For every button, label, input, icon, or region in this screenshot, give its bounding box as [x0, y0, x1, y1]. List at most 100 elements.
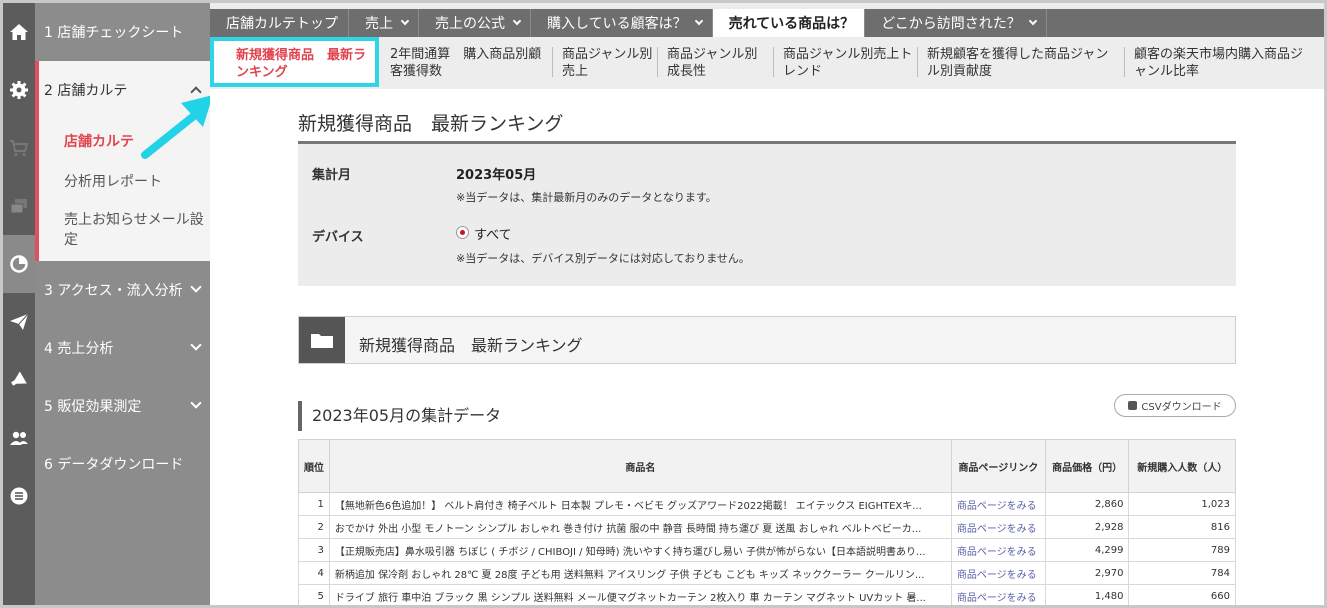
subnav-genre-ratio[interactable]: 顧客の楽天市場内購入商品ジャンル比率	[1134, 46, 1314, 80]
sidebar-sub-mail-settings[interactable]: 売上お知らせメール設定	[64, 210, 209, 250]
col-rank-header: 順位	[298, 439, 330, 493]
chevron-down-icon	[190, 281, 202, 293]
pie-chart-icon	[10, 255, 28, 273]
device-radio-label: すべて	[474, 228, 512, 243]
home-icon	[10, 24, 28, 40]
ranking-box-header: 新規獲得商品 最新ランキング	[298, 316, 1236, 364]
tab-customers[interactable]: 購入している顧客は？	[531, 9, 713, 37]
megaphone-icon	[11, 371, 27, 386]
product-name-cell: おでかけ 外出 小型 モノトーン シンプル おしゃれ 巻き付け 抗菌 服の中 静…	[328, 515, 952, 539]
rail-analytics[interactable]	[3, 235, 35, 293]
aggregate-title: 2023年05月の集計データ	[298, 401, 501, 431]
tab-karte-top[interactable]: 店舗カルテトップ	[210, 9, 349, 37]
chevron-down-icon	[190, 339, 202, 351]
price-cell: 2,928	[1044, 515, 1130, 539]
product-name-cell: 【正規販売店】鼻水吸引器 ちぼじ ( チボジ / CHIBOJI / 知母時) …	[328, 538, 952, 562]
product-page-link[interactable]: 商品ページをみる	[950, 515, 1046, 539]
subnav-genre-sales[interactable]: 商品ジャンル別売上	[562, 46, 654, 80]
chevron-down-icon	[694, 16, 703, 26]
product-page-link[interactable]: 商品ページをみる	[950, 584, 1046, 605]
ranking-box-title: 新規獲得商品 最新ランキング	[359, 336, 583, 355]
product-page-link[interactable]: 商品ページをみる	[950, 538, 1046, 562]
rail-home[interactable]	[3, 3, 35, 61]
product-page-link[interactable]: 商品ページをみる	[950, 561, 1046, 585]
chevron-down-icon	[1028, 16, 1038, 26]
col-buyers-header: 新規購入人数（人）	[1128, 439, 1236, 493]
tab-products[interactable]: 売れている商品は？	[712, 9, 866, 37]
send-icon	[10, 313, 29, 330]
buyers-cell: 784	[1128, 561, 1236, 585]
tab-label: 売上	[365, 16, 393, 32]
subnav-genre-growth[interactable]: 商品ジャンル別成長性	[667, 46, 759, 80]
icon-rail	[3, 3, 35, 605]
rail-promo[interactable]	[3, 351, 35, 409]
top-tabs: 店舗カルテトップ 売上 売上の公式 購入している顧客は？ 売れている商品は？ ど…	[210, 9, 1324, 37]
tab-sales[interactable]: 売上	[349, 9, 419, 37]
download-icon	[1128, 401, 1138, 410]
rank-cell: 4	[298, 561, 330, 585]
buyers-cell: 1,023	[1128, 492, 1236, 516]
product-page-link[interactable]: 商品ページをみる	[950, 492, 1046, 516]
sidebar-item-check-sheet[interactable]: 1 店舗チェックシート	[35, 3, 210, 61]
filter-panel: 集計月 2023年05月 ※当データは、集計最新月のみのデータとなります。 デバ…	[298, 141, 1236, 286]
folder-icon	[299, 317, 345, 363]
product-name: 新柄追加 保冷剤 おしゃれ 28℃ 夏 28度 子ども用 送料無料 アイスリング…	[334, 569, 925, 581]
subnav-new-ranking[interactable]: 新規獲得商品 最新ランキング	[210, 37, 379, 87]
sidebar-item-label: 4 売上分析	[44, 341, 114, 357]
product-name: 【正規販売店】鼻水吸引器 ちぼじ ( チボジ / CHIBOJI / 知母時) …	[334, 546, 926, 558]
rail-settings[interactable]	[3, 61, 35, 119]
buyers-cell: 789	[1128, 538, 1236, 562]
rail-list[interactable]	[3, 467, 35, 525]
rank-cell: 5	[298, 584, 330, 605]
sidebar-item-sales[interactable]: 4 売上分析	[35, 319, 210, 377]
rank-cell: 1	[298, 492, 330, 516]
product-name: 【無地新色6色追加！】 ベルト肩付き 椅子ベルト 日本製 プレモ・ベビモ グッズ…	[334, 500, 922, 512]
sidebar-sub-report[interactable]: 分析用レポート	[64, 172, 209, 192]
tab-visits[interactable]: どこから訪問された？	[865, 9, 1047, 37]
sidebar-item-label: 1 店舗チェックシート	[44, 25, 184, 41]
product-name-cell: 【無地新色6色追加！】 ベルト肩付き 椅子ベルト 日本製 プレモ・ベビモ グッズ…	[328, 492, 952, 516]
buyers-cell: 660	[1128, 584, 1236, 605]
table-row: 2 おでかけ 外出 小型 モノトーン シンプル おしゃれ 巻き付け 抗菌 服の中 …	[298, 515, 1236, 539]
tab-sales-formula[interactable]: 売上の公式	[419, 9, 531, 37]
sidebar-item-label: 6 データダウンロード	[44, 457, 184, 473]
csv-download-button[interactable]: CSVダウンロード	[1114, 394, 1236, 417]
sidebar-item-label: 2 店舗カルテ	[44, 83, 128, 99]
period-label: 集計月	[312, 168, 352, 183]
rail-users[interactable]	[3, 409, 35, 467]
list-icon	[10, 487, 28, 505]
divider	[773, 47, 774, 77]
subnav-two-year[interactable]: 2年間通算 購入商品別顧客獲得数	[390, 46, 550, 80]
tab-label: 店舗カルテトップ	[226, 16, 338, 32]
cart-icon	[10, 140, 29, 157]
col-price-header: 商品価格（円）	[1044, 439, 1130, 493]
tab-label: 売上の公式	[435, 16, 505, 32]
device-radio-all[interactable]	[456, 226, 469, 239]
price-cell: 1,480	[1044, 584, 1130, 605]
sidebar-item-access[interactable]: 3 アクセス・流入分析	[35, 261, 210, 319]
subnav-genre-contribution[interactable]: 新規顧客を獲得した商品ジャンル別貢献度	[927, 46, 1117, 80]
device-note: ※当データは、デバイス別データには対応しておりません。	[456, 252, 750, 265]
period-note: ※当データは、集計最新月のみのデータとなります。	[456, 191, 717, 204]
chevron-down-icon	[400, 16, 410, 26]
sub-navigation: 新規獲得商品 最新ランキング 2年間通算 購入商品別顧客獲得数 商品ジャンル別売…	[210, 37, 1324, 89]
col-link-header: 商品ページリンク	[950, 439, 1046, 493]
page-title: 新規獲得商品 最新ランキング	[298, 113, 564, 135]
rail-cards[interactable]	[3, 177, 35, 235]
sidebar-item-label: 5 販促効果測定	[44, 399, 142, 415]
product-name: ドライブ 旅行 車中泊 ブラック 黒 シンプル 送料無料 メール便マグネットカー…	[334, 592, 926, 604]
rank-cell: 2	[298, 515, 330, 539]
divider	[917, 47, 918, 77]
subnav-genre-trend[interactable]: 商品ジャンル別売上トレンド	[783, 46, 915, 80]
tab-label: 売れている商品は？	[728, 16, 855, 32]
subnav-label: 新規獲得商品 最新ランキング	[236, 48, 367, 80]
rail-send[interactable]	[3, 293, 35, 351]
table-row: 5 ドライブ 旅行 車中泊 ブラック 黒 シンプル 送料無料 メール便マグネットカ…	[298, 584, 1236, 605]
rail-cart[interactable]	[3, 119, 35, 177]
sidebar-item-download[interactable]: 6 データダウンロード	[35, 435, 210, 493]
sidebar-item-promo[interactable]: 5 販促効果測定	[35, 377, 210, 435]
col-name-header: 商品名	[328, 439, 952, 493]
device-label: デバイス	[312, 230, 364, 245]
price-cell: 2,970	[1044, 561, 1130, 585]
table-row: 4 新柄追加 保冷剤 おしゃれ 28℃ 夏 28度 子ども用 送料無料 アイスリン…	[298, 561, 1236, 585]
